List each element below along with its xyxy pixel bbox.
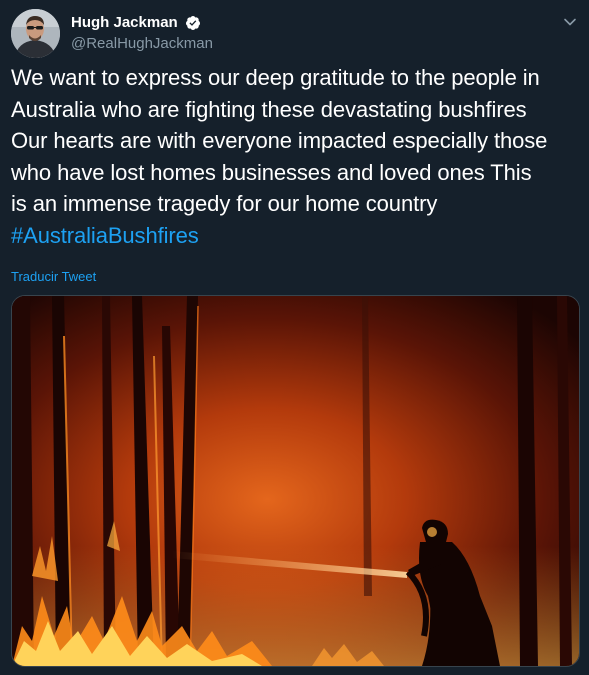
tweet-text-line: is an immense tragedy for our home count… [11, 191, 438, 216]
bushfire-firefighter-photo-icon [12, 296, 579, 666]
translate-tweet-link[interactable]: Traducir Tweet [11, 268, 96, 285]
tweet-header: Hugh Jackman @RealHughJackman [11, 9, 579, 59]
author-handle[interactable]: @RealHughJackman [71, 34, 213, 54]
chevron-down-icon[interactable] [561, 13, 579, 31]
tweet-text: We want to express our deep gratitude to… [11, 62, 581, 251]
tweet-media-photo[interactable] [11, 295, 580, 667]
profile-photo-icon [11, 9, 60, 58]
tweet-text-line: We want to express our deep gratitude to… [11, 65, 540, 90]
avatar[interactable] [11, 9, 60, 58]
tweet-text-line: Our hearts are with everyone impacted es… [11, 128, 548, 153]
author-names: Hugh Jackman @RealHughJackman [71, 13, 213, 54]
tweet-text-line: Australia who are fighting these devasta… [11, 96, 527, 122]
tweet-text-line: who have lost homes businesses and loved… [11, 159, 532, 185]
hashtag-link[interactable]: #AustraliaBushfires [11, 220, 581, 252]
display-name[interactable]: Hugh Jackman [71, 13, 178, 32]
verified-badge-icon [185, 15, 201, 31]
